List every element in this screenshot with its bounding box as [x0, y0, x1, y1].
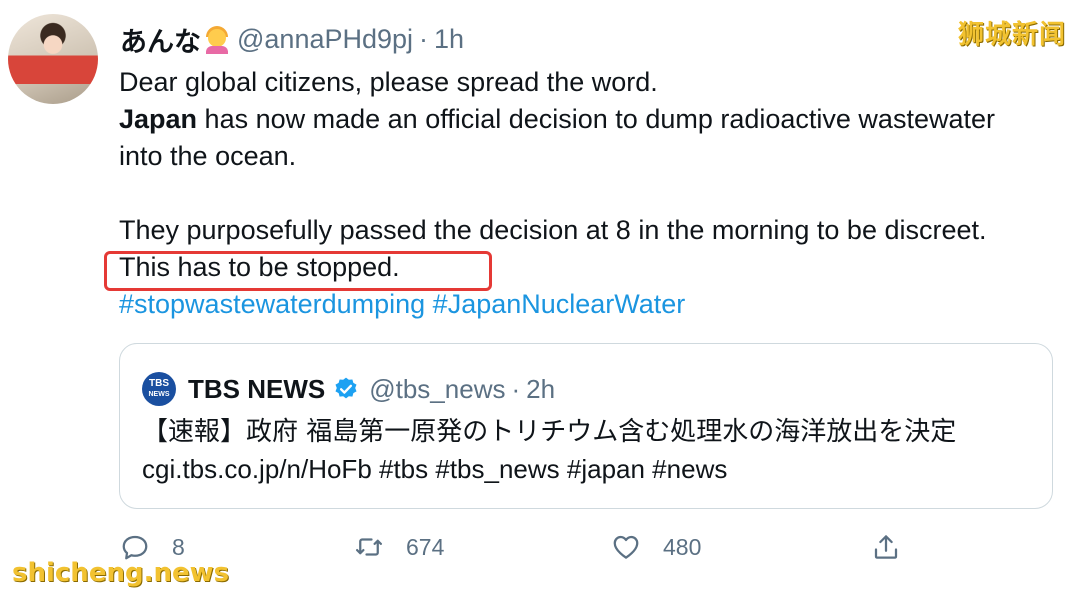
tweet-header: あんな @annaPHd9pj · 1h: [120, 20, 464, 59]
red-highlight-box: [104, 251, 492, 291]
retweet-button[interactable]: 674: [354, 532, 444, 562]
bold-word: Japan: [119, 104, 198, 134]
retweet-icon: [356, 538, 382, 556]
quoted-display-name[interactable]: TBS NEWS: [188, 374, 325, 405]
quoted-tweet-header: TBS NEWS TBS NEWS @tbs_news · 2h: [142, 372, 555, 406]
tweet-timestamp[interactable]: 1h: [434, 24, 464, 55]
watermark-bottom: shicheng.news: [12, 558, 230, 588]
user-handle[interactable]: @annaPHd9pj: [237, 24, 413, 55]
tweet-line-1: Dear global citizens, please spread the …: [119, 67, 658, 97]
display-name[interactable]: あんな: [120, 20, 201, 59]
quoted-timestamp[interactable]: 2h: [526, 374, 555, 405]
hashtag-links[interactable]: #stopwastewaterdumping #JapanNuclearWate…: [119, 286, 1059, 323]
retweet-count: 674: [406, 533, 445, 560]
avatar[interactable]: [8, 14, 98, 104]
watermark-top: 狮城新闻: [957, 20, 1066, 50]
separator-dot: ·: [419, 24, 429, 54]
line-spacer: [119, 175, 1059, 212]
share-button[interactable]: [871, 532, 923, 562]
quoted-line-1: 【速報】政府 福島第一原発のトリチウム含む処理水の海洋放出を決定: [142, 417, 957, 447]
quoted-tweet-card[interactable]: TBS NEWS TBS NEWS @tbs_news · 2h 【速報】政府 …: [119, 343, 1053, 509]
reply-count: 8: [172, 533, 185, 560]
heart-icon: [613, 535, 639, 559]
quoted-handle[interactable]: @tbs_news: [369, 374, 505, 405]
quoted-tweet-text: 【速報】政府 福島第一原発のトリチウム含む処理水の海洋放出を決定 cgi.tbs…: [142, 414, 956, 488]
like-button[interactable]: 480: [611, 532, 701, 562]
tweet-line-2: Japan has now made an official decision …: [119, 101, 1059, 138]
tweet-line-4: They purposefully passed the decision at…: [119, 215, 987, 245]
verified-badge-icon: [335, 377, 357, 399]
quoted-line-2: cgi.tbs.co.jp/n/HoFb #tbs #tbs_news #jap…: [142, 454, 728, 484]
share-icon: [874, 535, 898, 559]
like-count: 480: [663, 533, 702, 560]
tweet-line-3: into the ocean.: [119, 141, 297, 171]
tweet-line-2-rest: has now made an official decision to dum…: [197, 104, 995, 134]
separator-dot: ·: [511, 373, 521, 404]
person-gesturing-ok-emoji-icon: [203, 25, 231, 54]
tbs-news-avatar[interactable]: TBS NEWS: [142, 372, 176, 406]
